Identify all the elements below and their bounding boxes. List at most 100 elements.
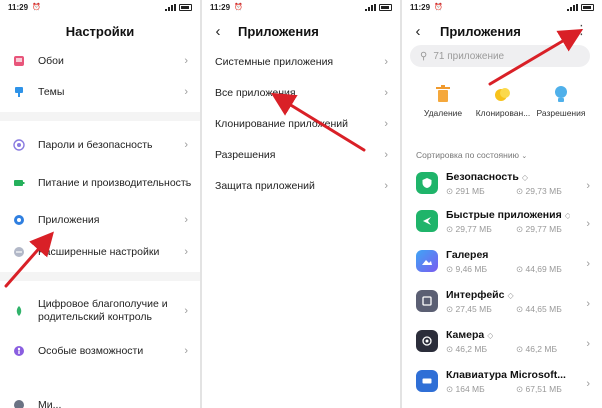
battery-icon — [379, 3, 392, 11]
permissions-icon — [528, 84, 594, 104]
settings-item-mi[interactable]: Ми... — [0, 396, 200, 408]
menu-item-system-apps[interactable]: Системные приложения › — [202, 53, 400, 71]
app-cache: ⊙ 44,65 МБ — [516, 304, 562, 314]
battery-icon — [581, 3, 594, 11]
app-name: Камера ◇ — [446, 329, 494, 341]
chevron-right-icon: › — [586, 338, 590, 350]
settings-item-battery[interactable]: Питание и производительность › — [0, 168, 200, 198]
settings-panel: 11:29 ⏰ Настройки Обои › Темы › Пароли и… — [0, 0, 200, 408]
settings-item-wallpaper[interactable]: Обои › — [0, 52, 200, 70]
accessibility-icon — [12, 344, 26, 358]
menu-item-label: Клонирование приложений — [215, 117, 349, 130]
more-settings-icon — [12, 245, 26, 259]
app-cache: ⊙ 44,69 МБ — [516, 264, 562, 274]
app-row-interface[interactable]: Интерфейс ◇ ⊙ 27,45 МБ ⊙ 44,65 МБ › — [402, 284, 602, 322]
status-time: 11:29 — [410, 2, 431, 12]
app-name: Быстрые приложения ◇ — [446, 209, 570, 221]
app-name: Безопасность ◇ — [446, 171, 528, 183]
section-divider — [0, 272, 200, 281]
clone-icon — [470, 84, 536, 104]
search-input[interactable]: ⚲ 71 приложение — [410, 45, 590, 67]
system-badge-icon: ◇ — [521, 173, 528, 182]
alarm-icon: ⏰ — [234, 4, 243, 11]
app-row-security[interactable]: Безопасность ◇ ⊙ 291 МБ ⊙ 29,73 МБ › — [402, 166, 602, 204]
camera-app-icon — [416, 330, 438, 352]
app-size: ⊙ 46,2 МБ — [446, 344, 488, 354]
app-row-camera[interactable]: Камера ◇ ⊙ 46,2 МБ ⊙ 46,2 МБ › — [402, 324, 602, 362]
menu-item-dual-apps[interactable]: Клонирование приложений › — [202, 115, 400, 133]
chevron-right-icon: › — [184, 177, 188, 189]
page-title: Настройки — [65, 23, 135, 39]
dual-apps-button[interactable]: Клонирован... — [470, 84, 536, 118]
status-bar: 11:29 ⏰ — [402, 0, 602, 14]
security-app-icon — [416, 172, 438, 194]
menu-item-label: Все приложения — [215, 86, 296, 99]
app-cache: ⊙ 29,77 МБ — [516, 224, 562, 234]
status-bar: 11:29 ⏰ — [202, 0, 400, 14]
themes-icon — [12, 85, 26, 99]
app-size: ⊙ 27,45 МБ — [446, 304, 492, 314]
menu-item-app-lock[interactable]: Защита приложений › — [202, 177, 400, 195]
app-name: Интерфейс ◇ — [446, 289, 514, 301]
quick-apps-icon — [416, 210, 438, 232]
chevron-right-icon: › — [586, 218, 590, 230]
fingerprint-icon — [12, 138, 26, 152]
status-time: 11:29 — [210, 2, 231, 12]
settings-item-apps[interactable]: Приложения › — [0, 211, 200, 229]
battery-icon — [179, 3, 192, 11]
more-options-icon[interactable]: ⋮ — [575, 23, 588, 37]
menu-item-all-apps[interactable]: Все приложения › — [202, 84, 400, 102]
settings-item-wellbeing[interactable]: Цифровое благополучие и родительский кон… — [0, 296, 200, 326]
status-time: 11:29 — [8, 2, 29, 12]
page-title: Приложения — [440, 23, 521, 39]
section-divider — [0, 112, 200, 121]
menu-item-label: Защита приложений — [215, 179, 315, 192]
sort-selector[interactable]: Сортировка по состоянию ⌄ — [416, 150, 527, 160]
settings-item-label: Темы — [38, 85, 65, 98]
uninstall-button[interactable]: Удаление — [410, 84, 476, 118]
settings-item-themes[interactable]: Темы › — [0, 83, 200, 101]
system-badge-icon: ◇ — [487, 331, 494, 340]
app-cache: ⊙ 67,51 МБ — [516, 384, 562, 394]
interface-app-icon — [416, 290, 438, 312]
chevron-right-icon: › — [184, 305, 188, 317]
back-arrow-icon[interactable]: ‹ — [406, 23, 430, 40]
chevron-right-icon: › — [384, 87, 388, 99]
app-row-quick-apps[interactable]: Быстрые приложения ◇ ⊙ 29,77 МБ ⊙ 29,77 М… — [402, 204, 602, 242]
menu-item-permissions[interactable]: Разрешения › — [202, 146, 400, 164]
app-cache: ⊙ 29,73 МБ — [516, 186, 562, 196]
settings-item-advanced[interactable]: Расширенные настройки › — [0, 243, 200, 261]
trash-icon — [410, 84, 476, 104]
settings-item-passwords[interactable]: Пароли и безопасность › — [0, 136, 200, 154]
menu-item-label: Системные приложения — [215, 55, 334, 68]
menu-item-label: Разрешения — [215, 148, 276, 161]
settings-item-accessibility[interactable]: Особые возможности › — [0, 342, 200, 360]
chevron-right-icon: › — [586, 298, 590, 310]
apps-menu-header: ‹ Приложения — [202, 20, 400, 42]
app-row-gallery[interactable]: Галерея ⊙ 9,46 МБ ⊙ 44,69 МБ › — [402, 244, 602, 282]
alarm-icon: ⏰ — [434, 4, 443, 11]
app-size: ⊙ 9,46 МБ — [446, 264, 488, 274]
chevron-right-icon: › — [184, 246, 188, 258]
back-arrow-icon[interactable]: ‹ — [206, 23, 230, 40]
page-title: Приложения — [238, 23, 319, 39]
signal-icon — [567, 3, 578, 11]
wellbeing-icon — [12, 304, 26, 318]
signal-icon — [365, 3, 376, 11]
sort-label: Сортировка по состоянию — [416, 150, 519, 160]
apps-menu-panel: 11:29 ⏰ ‹ Приложения Системные приложени… — [202, 0, 400, 408]
app-row-keyboard[interactable]: Клавиатура Microsoft... ⊙ 164 МБ ⊙ 67,51… — [402, 364, 602, 402]
wallpaper-icon — [12, 54, 26, 68]
chevron-right-icon: › — [586, 180, 590, 192]
chevron-right-icon: › — [384, 180, 388, 192]
permissions-button[interactable]: Разрешения — [528, 84, 594, 118]
app-size: ⊙ 29,77 МБ — [446, 224, 492, 234]
settings-item-label: Особые возможности — [38, 344, 144, 357]
battery-performance-icon — [12, 176, 26, 190]
status-right — [165, 3, 192, 11]
gallery-app-icon — [416, 250, 438, 272]
status-bar: 11:29 ⏰ — [0, 0, 200, 14]
settings-item-label: Ми... — [38, 398, 62, 408]
chevron-right-icon: › — [384, 56, 388, 68]
settings-item-label: Обои — [38, 54, 64, 67]
